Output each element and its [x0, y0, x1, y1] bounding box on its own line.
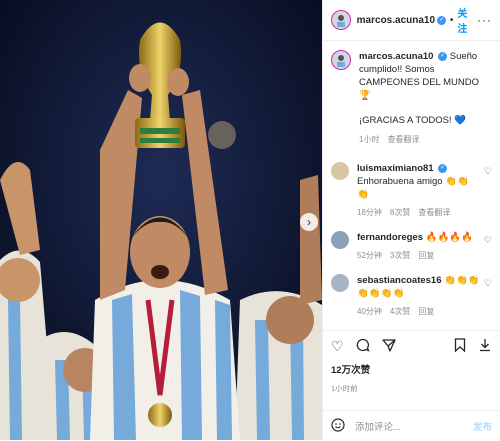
comment-username[interactable]: sebastiancoates16 [357, 275, 442, 286]
chevron-right-icon: › [307, 215, 311, 229]
next-image-button[interactable]: › [300, 213, 318, 231]
post-photo[interactable]: › [0, 0, 322, 440]
bookmark-icon[interactable] [454, 337, 466, 355]
verified-badge-icon: ✓ [438, 163, 448, 173]
avatar[interactable] [331, 274, 349, 292]
comment-likes[interactable]: 8次赞 [390, 206, 410, 219]
post-header: marcos.acuna10 ✓ • 关注 ··· [323, 0, 500, 41]
more-options-icon[interactable]: ··· [477, 13, 492, 27]
see-translation-link[interactable]: 查看翻译 [387, 133, 419, 146]
comment-time[interactable]: 18分钟 [357, 206, 382, 219]
download-icon[interactable] [478, 338, 492, 355]
comment-text: 🔥🔥🔥🔥 [425, 232, 473, 243]
instagram-post-view: › marcos.acuna10 ✓ • 关注 ··· marcos.acuna… [0, 0, 500, 440]
caption-username[interactable]: marcos.acuna10 [359, 51, 433, 62]
follow-button[interactable]: 关注 [457, 5, 477, 35]
emoji-icon[interactable] [331, 417, 345, 435]
header-username[interactable]: marcos.acuna10 [357, 15, 435, 26]
avatar[interactable] [331, 10, 351, 30]
user-avatar-icon [336, 15, 345, 27]
comment-icon[interactable] [356, 338, 370, 355]
likes-count[interactable]: 12万次赞 [331, 362, 370, 376]
comment-item: sebastiancoates16 👏👏👏👏👏👏👏 40分钟 4次赞 回复 ♡ [323, 268, 500, 318]
separator-dot: • [449, 14, 454, 26]
caption: marcos.acuna10 ✓ Sueño cumplido!! Somos … [323, 44, 500, 146]
verified-badge-icon: ✓ [437, 15, 446, 25]
user-avatar-icon [337, 55, 345, 67]
comment-item: fernandoreges 🔥🔥🔥🔥 52分钟 3次赞 回复 ♡ [323, 225, 500, 262]
comments-list[interactable]: marcos.acuna10 ✓ Sueño cumplido!! Somos … [323, 44, 500, 324]
post-side-panel: marcos.acuna10 ✓ • 关注 ··· marcos.acuna10… [322, 0, 500, 440]
heart-icon[interactable]: ♡ [331, 338, 344, 355]
verified-badge-icon: ✓ [438, 51, 448, 61]
comment-time[interactable]: 52分钟 [357, 249, 382, 262]
comment-item: luismaximiano81 ✓ Enhorabuena amigo 👏👏👏 … [323, 156, 500, 219]
comment-action[interactable]: 回复 [418, 305, 434, 318]
send-icon[interactable] [381, 338, 396, 355]
posted-time: 1小时前 [331, 384, 358, 393]
comment-likes[interactable]: 3次赞 [390, 249, 410, 262]
caption-time[interactable]: 1小时 [359, 133, 379, 146]
action-bar: ♡ [323, 330, 500, 361]
comment-input[interactable]: 添加评论... [355, 419, 401, 433]
avatar[interactable] [331, 50, 351, 70]
heart-icon[interactable]: ♡ [484, 162, 492, 219]
comment-text: Enhorabuena amigo 👏👏👏 [357, 176, 469, 200]
post-comment-button[interactable]: 发布 [473, 419, 492, 433]
comment-username[interactable]: fernandoreges [357, 232, 423, 243]
avatar[interactable] [331, 162, 349, 180]
comment-username[interactable]: luismaximiano81 [357, 163, 434, 174]
comment-action[interactable]: 回复 [418, 249, 434, 262]
celebration-image [0, 0, 322, 440]
heart-icon[interactable]: ♡ [484, 274, 492, 318]
heart-icon[interactable]: ♡ [484, 231, 492, 262]
caption-text-2: ¡GRACIAS A TODOS! 💙 [359, 115, 467, 126]
comment-action[interactable]: 查看翻译 [418, 206, 450, 219]
add-comment-bar: 添加评论... 发布 [323, 410, 500, 441]
comment-time[interactable]: 40分钟 [357, 305, 382, 318]
comment-likes[interactable]: 4次赞 [390, 305, 410, 318]
avatar[interactable] [331, 231, 349, 249]
